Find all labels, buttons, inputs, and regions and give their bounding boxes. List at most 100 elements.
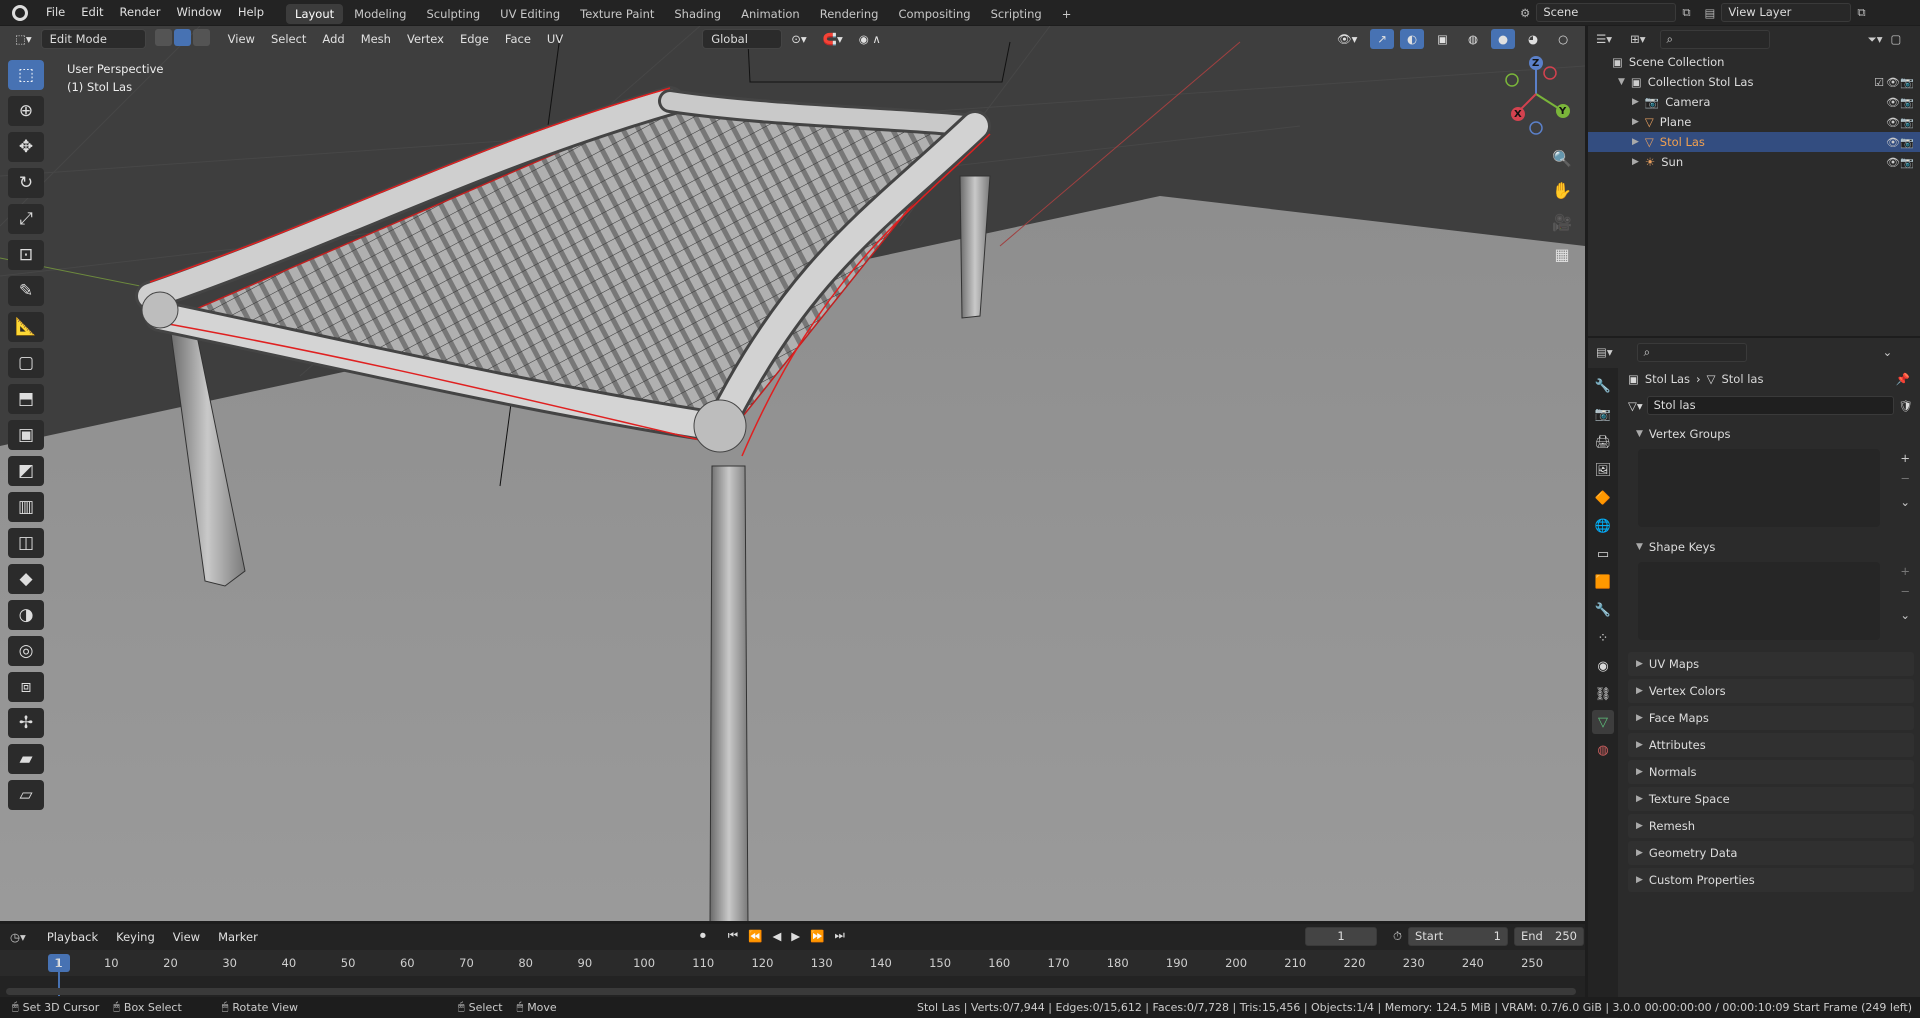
- shear-tool-icon[interactable]: ▰: [8, 744, 44, 774]
- zoom-icon[interactable]: 🔍: [1548, 144, 1576, 172]
- menu-vertex[interactable]: Vertex: [400, 29, 451, 49]
- specials-chevron-icon[interactable]: ⌄: [1900, 495, 1910, 509]
- panel-remesh[interactable]: ▶ Remesh: [1628, 814, 1914, 838]
- add-vertex-group-icon[interactable]: +: [1900, 451, 1910, 465]
- ortho-toggle-icon[interactable]: ▦: [1548, 240, 1576, 268]
- timeline-scrollbar[interactable]: [6, 988, 1576, 995]
- filter-icon[interactable]: ⏷▾: [1868, 32, 1883, 47]
- mode-dropdown[interactable]: Edit Mode: [40, 29, 146, 49]
- knife-tool-icon[interactable]: ◫: [8, 528, 44, 558]
- menu-timeline-view[interactable]: View: [166, 927, 207, 947]
- menu-marker[interactable]: Marker: [211, 927, 265, 947]
- render-camera-icon[interactable]: 📷: [1900, 96, 1914, 109]
- include-checkbox-icon[interactable]: ☑: [1872, 76, 1886, 89]
- menu-edit[interactable]: Edit: [73, 0, 111, 25]
- select-box-tool-icon[interactable]: ⬚: [8, 60, 44, 90]
- tab-sculpting[interactable]: Sculpting: [417, 4, 489, 24]
- menu-playback[interactable]: Playback: [40, 927, 105, 947]
- timeline-editor-icon[interactable]: ◷▾: [10, 930, 26, 944]
- tab-animation[interactable]: Animation: [732, 4, 809, 24]
- add-cube-tool-icon[interactable]: ▢: [8, 348, 44, 378]
- material-shading-icon[interactable]: ◕: [1521, 29, 1545, 49]
- fake-user-shield-icon[interactable]: 🛡: [1898, 399, 1913, 413]
- menu-uv[interactable]: UV: [540, 29, 570, 49]
- panel-uv-maps[interactable]: ▶ UV Maps: [1628, 652, 1914, 676]
- tab-compositing[interactable]: Compositing: [889, 4, 979, 24]
- add-shape-key-icon[interactable]: +: [1900, 564, 1910, 578]
- proportional-edit-icon[interactable]: ◉ ∧: [852, 29, 888, 49]
- xray-toggle-icon[interactable]: ▣: [1430, 29, 1455, 49]
- new-collection-icon[interactable]: ▢: [1891, 32, 1902, 46]
- new-scene-icon[interactable]: ⧉: [1682, 5, 1690, 20]
- current-frame-field[interactable]: 1: [1305, 927, 1377, 946]
- jump-end-icon[interactable]: ⏭: [834, 928, 844, 943]
- extrude-tool-icon[interactable]: ⬒: [8, 384, 44, 414]
- panel-vertex-groups[interactable]: ▼ Vertex Groups: [1628, 422, 1914, 446]
- jump-start-icon[interactable]: ⏮: [728, 928, 738, 943]
- pan-hand-icon[interactable]: ✋: [1548, 176, 1576, 204]
- tab-scripting[interactable]: Scripting: [982, 4, 1051, 24]
- visibility-eye-icon[interactable]: 👁: [1886, 76, 1900, 89]
- panel-normals[interactable]: ▶ Normals: [1628, 760, 1914, 784]
- tab-shading[interactable]: Shading: [665, 4, 730, 24]
- rotate-tool-icon[interactable]: ↻: [8, 168, 44, 198]
- loop-cut-tool-icon[interactable]: ▥: [8, 492, 44, 522]
- solid-shading-icon[interactable]: ●: [1490, 29, 1516, 49]
- render-camera-icon[interactable]: 📷: [1900, 156, 1914, 169]
- transform-tool-icon[interactable]: ⊡: [8, 240, 44, 270]
- menu-render[interactable]: Render: [112, 0, 169, 25]
- overlay-toggle-icon[interactable]: ◐: [1400, 29, 1425, 49]
- menu-window[interactable]: Window: [168, 0, 229, 25]
- add-workspace-button[interactable]: +: [1053, 4, 1081, 24]
- properties-search-input[interactable]: ⌕: [1636, 342, 1747, 362]
- menu-file[interactable]: File: [38, 0, 73, 25]
- visibility-eye-icon[interactable]: 👁: [1886, 96, 1900, 109]
- outliner-item-camera[interactable]: ▶ 📷 Camera 👁 📷: [1588, 92, 1920, 112]
- pin-icon[interactable]: 📌: [1896, 372, 1910, 386]
- pivot-point-icon[interactable]: ⊙▾: [784, 29, 813, 49]
- expand-chevron-icon[interactable]: ▼: [1618, 77, 1625, 87]
- inset-tool-icon[interactable]: ▣: [8, 420, 44, 450]
- options-chevron-down-icon[interactable]: ⌄: [1883, 345, 1893, 359]
- rendered-shading-icon[interactable]: ○: [1551, 29, 1575, 49]
- expand-chevron-icon[interactable]: ▶: [1632, 137, 1639, 147]
- transform-orientation-dropdown[interactable]: Global: [702, 29, 783, 49]
- shrink-fatten-tool-icon[interactable]: ✢: [8, 708, 44, 738]
- new-view-layer-icon[interactable]: ⧉: [1857, 5, 1865, 20]
- visibility-eye-icon[interactable]: 👁: [1886, 116, 1900, 129]
- jump-keyframe-back-icon[interactable]: ⏪: [748, 929, 762, 943]
- panel-vertex-colors[interactable]: ▶ Vertex Colors: [1628, 679, 1914, 703]
- outliner-editor-icon[interactable]: ☰▾: [1596, 32, 1612, 46]
- scene-collection-row[interactable]: ▣ Scene Collection: [1588, 52, 1920, 72]
- view-layer-field[interactable]: View Layer: [1721, 3, 1852, 22]
- render-camera-icon[interactable]: 📷: [1900, 76, 1914, 89]
- face-select-mode-button[interactable]: [192, 29, 210, 46]
- scale-tool-icon[interactable]: ⤢: [8, 204, 44, 234]
- tab-uv-editing[interactable]: UV Editing: [491, 4, 569, 24]
- mesh-name-field[interactable]: Stol las: [1646, 396, 1895, 415]
- rip-tool-icon[interactable]: ▱: [8, 780, 44, 810]
- outliner-search-input[interactable]: ⌕: [1659, 29, 1770, 49]
- editor-type-icon[interactable]: ⬚▾: [8, 29, 39, 49]
- panel-face-maps[interactable]: ▶ Face Maps: [1628, 706, 1914, 730]
- measure-tool-icon[interactable]: 📐: [8, 312, 44, 342]
- spin-tool-icon[interactable]: ◑: [8, 600, 44, 630]
- stopwatch-icon[interactable]: ⏱: [1393, 929, 1402, 944]
- menu-select[interactable]: Select: [264, 29, 313, 49]
- visibility-eye-icon[interactable]: 👁: [1886, 156, 1900, 169]
- expand-chevron-icon[interactable]: ▶: [1632, 117, 1639, 127]
- annotate-tool-icon[interactable]: ✎: [8, 276, 44, 306]
- jump-keyframe-forward-icon[interactable]: ⏩: [810, 929, 824, 943]
- visibility-eye-icon[interactable]: 👁: [1886, 136, 1900, 149]
- panel-geometry-data[interactable]: ▶ Geometry Data: [1628, 841, 1914, 865]
- tab-layout[interactable]: Layout: [286, 4, 344, 24]
- play-reverse-icon[interactable]: ◀: [772, 929, 781, 943]
- tool-tab-icon[interactable]: 🔧: [1592, 374, 1614, 398]
- vertex-select-mode-button[interactable]: [154, 29, 172, 46]
- outliner-item-sun[interactable]: ▶ ☀ Sun 👁 📷: [1588, 152, 1920, 172]
- blender-logo-icon[interactable]: [12, 4, 28, 21]
- start-frame-field[interactable]: Start 1: [1407, 927, 1508, 946]
- gizmo-toggle-icon[interactable]: ↗: [1370, 29, 1395, 49]
- outliner-item-stol-las[interactable]: ▶ ▽ Stol Las 👁 📷: [1588, 132, 1920, 152]
- edge-slide-tool-icon[interactable]: ⧈: [8, 672, 44, 702]
